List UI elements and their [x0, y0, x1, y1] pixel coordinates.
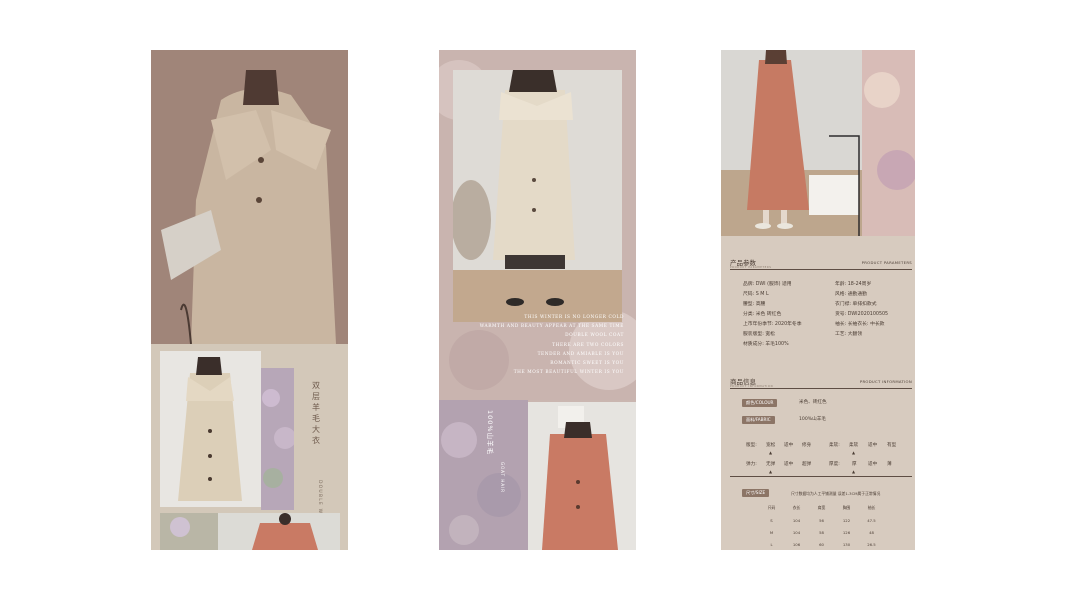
scale-option: 适中: [868, 443, 878, 448]
params-section-header: 产品参数 PRODUCT PARAMETERS PRODUCT PARAMETE…: [730, 257, 912, 271]
table-row: S 104 56 122 47.5: [759, 514, 884, 526]
scale-option: 适中: [784, 462, 794, 467]
detail-panel-3: 产品参数 PRODUCT PARAMETERS PRODUCT PARAMETE…: [721, 50, 915, 550]
photo-terracotta-coat-side: [721, 50, 862, 236]
scale-option: 修身: [802, 443, 812, 448]
scale-label: 版型:: [746, 443, 757, 448]
table-header-cell: 肩宽: [817, 505, 826, 510]
photo-cream-coat-standing: [453, 70, 622, 322]
param-item: 尺码: S M L: [743, 292, 769, 297]
table-cell: 122: [842, 517, 851, 523]
table-cell: 106: [792, 541, 801, 547]
divider: [730, 269, 912, 270]
table-cell: 47.5: [867, 517, 876, 523]
table-header-cell: 袖长: [867, 505, 876, 510]
table-row: M 104 58 126 48: [759, 526, 884, 538]
table-header-cell: 衣长: [792, 505, 801, 510]
scale-label: 厚度:: [829, 462, 840, 467]
param-left-list: 品牌: DWI (服饰) 适用 尺码: S M L 腰型: 高腰 分类: 米色 …: [743, 280, 802, 350]
table-cell: 26.5: [867, 541, 876, 547]
material-title-vertical: 100%山羊毛: [486, 410, 494, 456]
poem-line: THE MOST BEAUTIFUL WINTER IS YOU: [513, 370, 624, 376]
param-item: 衣门襟: 单排扣款式: [835, 302, 877, 307]
table-cell: L: [770, 541, 773, 547]
poem-line: THIS WINTER IS NO LONGER COLD: [524, 315, 624, 320]
scale-option: 厚: [852, 462, 857, 467]
photo-strip-terracotta-preview: [160, 513, 340, 550]
info-title-en: PRODUCT INFORMATION: [859, 379, 912, 384]
poem-text-block: THIS WINTER IS NO LONGER COLD WARMTH AND…: [439, 313, 624, 377]
scale-marker-icon: ▲: [852, 450, 856, 455]
scale-option: 适中: [868, 462, 878, 467]
stretch-thickness-scale-row: 弹力: 无弹 适中 超弹 ▲ 厚度: 厚 适中 薄 ▲: [746, 461, 915, 474]
param-item: 年龄: 18-24周岁: [835, 282, 872, 287]
table-row: L 106 60 130 26.5: [759, 538, 884, 550]
table-cell: 48: [869, 529, 874, 535]
table-cell: 104: [792, 529, 801, 535]
table-header-cell: 尺码: [767, 505, 776, 510]
param-item: 袖长: 长袖衣长: 中长款: [835, 322, 885, 327]
param-item: 分类: 米色 砖红色: [743, 312, 782, 317]
table-cell: 60: [819, 541, 824, 547]
photo-lilac-texture: [261, 368, 294, 510]
fit-softness-scale-row: 版型: 宽松 适中 修身 ▲ 柔软: 柔软 适中 有型 ▲: [746, 442, 915, 455]
poem-line: DOUBLE WOOL COAT: [565, 333, 624, 339]
colour-label-pill: 颜色/COLOUR: [742, 399, 778, 407]
product-title-vertical: 双层羊毛大衣: [312, 381, 320, 445]
param-item: 货号: DWI2020100505: [835, 312, 889, 317]
scale-label: 弹力:: [746, 462, 757, 467]
photo-cream-coat-front: [160, 351, 261, 507]
param-item: 材质成分: 羊毛100%: [743, 342, 789, 347]
table-cell: 126: [842, 529, 851, 535]
size-note: 尺寸数据均为人工平铺测量 误差1-3CM属于正常情况: [791, 491, 881, 496]
param-item: 工艺: 大翻领: [835, 332, 863, 337]
poem-line: ROMANTIC SWEET IS YOU: [550, 361, 624, 367]
scale-option: 薄: [887, 462, 892, 467]
table-cell: 104: [792, 517, 801, 523]
scale-option: 柔软: [849, 443, 859, 448]
photo-blurred-pink-strip: [862, 50, 915, 236]
table-cell: 56: [819, 517, 824, 523]
divider: [730, 388, 912, 389]
detail-panel-1: 双层羊毛大衣 DOUBLE WOOL COAT: [151, 50, 348, 550]
param-item: 风格: 通勤通勤: [835, 292, 867, 297]
param-item: 上市年份季节: 2020年冬季: [743, 322, 802, 327]
scale-marker-icon: ▲: [852, 469, 856, 474]
param-right-list: 年龄: 18-24周岁 风格: 通勤通勤 衣门襟: 单排扣款式 货号: DWI2…: [835, 280, 888, 340]
scale-label: 柔软:: [829, 443, 840, 448]
fabric-value: 100%山羊毛: [799, 417, 826, 422]
param-item: 腰型: 高腰: [743, 302, 766, 307]
poem-line: THERE ARE TWO COLORS: [552, 342, 624, 348]
scale-marker-icon: ▲: [769, 450, 773, 455]
scale-option: 宽松: [766, 443, 776, 448]
scale-marker-icon: ▲: [769, 469, 773, 474]
poem-line: TENDER AND AMIABLE IS YOU: [537, 351, 624, 357]
size-table: 尺码 衣长 肩宽 胸围 袖长 S 104 56 122 47.5 M 104 5…: [759, 502, 884, 550]
scale-option: 无弹: [766, 462, 776, 467]
poem-line: WARMTH AND BEAUTY APPEAR AT THE SAME TIM…: [479, 324, 624, 330]
hero-photo-seated-model: [151, 50, 348, 344]
material-subtitle-vertical: GOAT HAIR: [500, 462, 505, 494]
info-section-header: 商品信息 PRODUCT INFORMATION PRODUCT INFORMA…: [730, 376, 912, 390]
table-cell: M: [769, 529, 774, 535]
scale-option: 适中: [784, 443, 794, 448]
photo-terracotta-coat-reading: [528, 402, 636, 550]
divider: [730, 476, 912, 477]
table-header-row: 尺码 衣长 肩宽 胸围 袖长: [759, 502, 884, 514]
table-cell: 130: [842, 541, 851, 547]
param-item: 服装版型: 宽松: [743, 332, 775, 337]
photo-lilac-texture-2: [439, 400, 528, 550]
scale-option: 有型: [887, 443, 897, 448]
scale-option: 超弹: [802, 462, 812, 467]
table-cell: S: [770, 517, 773, 523]
fabric-label-pill: 面料/FABRIC: [742, 416, 775, 424]
param-item: 品牌: DWI (服饰) 适用: [743, 282, 792, 287]
table-cell: 58: [819, 529, 824, 535]
table-header-cell: 胸围: [842, 505, 851, 510]
params-title-en: PRODUCT PARAMETERS: [861, 260, 912, 265]
colour-value: 米色、砖红色: [799, 400, 827, 405]
detail-panel-2: THIS WINTER IS NO LONGER COLD WARMTH AND…: [439, 50, 636, 550]
size-label-pill: 尺寸/SIZE: [742, 489, 770, 497]
